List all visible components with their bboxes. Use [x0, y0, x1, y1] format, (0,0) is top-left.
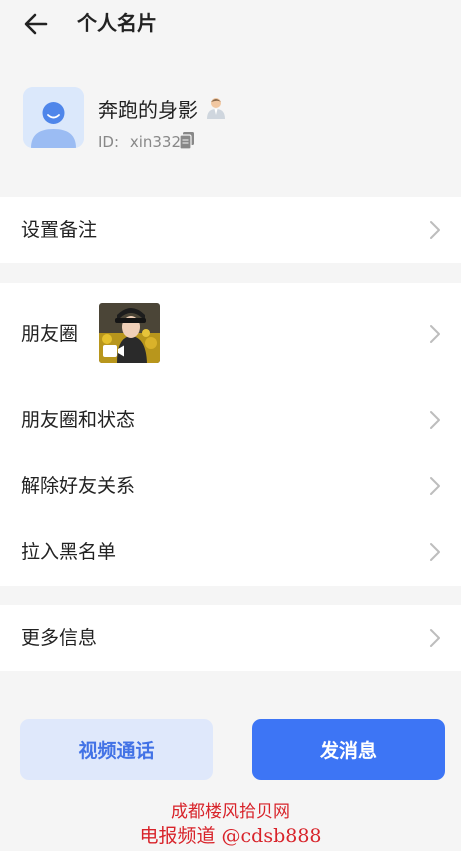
more-info-label: 更多信息 — [21, 627, 98, 649]
user-id: ID: xin332 — [98, 132, 181, 152]
id-value: xin332 — [129, 133, 181, 151]
chevron-right-icon — [428, 541, 442, 563]
moments-status-row[interactable]: 朋友圈和状态 — [0, 385, 461, 453]
blacklist-row[interactable]: 拉入黑名单 — [0, 519, 461, 586]
set-remark-row[interactable]: 设置备注 — [0, 197, 461, 263]
avatar[interactable] — [23, 87, 84, 148]
more-info-row[interactable]: 更多信息 — [0, 605, 461, 671]
social-card: 朋友圈 朋友圈和状态 解除好友关系 拉入黑名单 — [0, 283, 461, 586]
chevron-right-icon — [428, 219, 442, 241]
chevron-right-icon — [428, 627, 442, 649]
video-call-button[interactable]: 视频通话 — [20, 719, 213, 780]
back-arrow-icon[interactable] — [22, 10, 50, 38]
person-emoji-icon — [206, 97, 226, 119]
more-info-card: 更多信息 — [0, 605, 461, 671]
watermark-line-2: 电报频道 @cdsb888 — [139, 825, 322, 847]
send-message-button[interactable]: 发消息 — [252, 719, 445, 780]
id-label: ID: — [98, 133, 120, 151]
remove-friend-row[interactable]: 解除好友关系 — [0, 453, 461, 519]
video-camera-icon — [103, 343, 125, 362]
profile-section: 奔跑的身影 ID: xin332 — [0, 70, 461, 180]
top-bar: 个人名片 — [0, 0, 461, 48]
set-remark-label: 设置备注 — [21, 219, 98, 241]
nickname: 奔跑的身影 — [98, 98, 198, 122]
watermark-line-1: 成都楼风拾贝网 — [171, 802, 290, 822]
moments-status-label: 朋友圈和状态 — [21, 409, 136, 431]
moments-thumbnail[interactable] — [99, 303, 160, 363]
page-title: 个人名片 — [77, 11, 157, 35]
blacklist-label: 拉入黑名单 — [21, 541, 117, 563]
chevron-right-icon — [428, 409, 442, 431]
chevron-right-icon — [428, 475, 442, 497]
copy-icon[interactable] — [179, 132, 194, 150]
moments-row[interactable]: 朋友圈 — [0, 283, 461, 385]
chevron-right-icon — [428, 323, 442, 345]
moments-label: 朋友圈 — [21, 323, 79, 345]
remark-card: 设置备注 — [0, 197, 461, 263]
remove-friend-label: 解除好友关系 — [21, 475, 136, 497]
